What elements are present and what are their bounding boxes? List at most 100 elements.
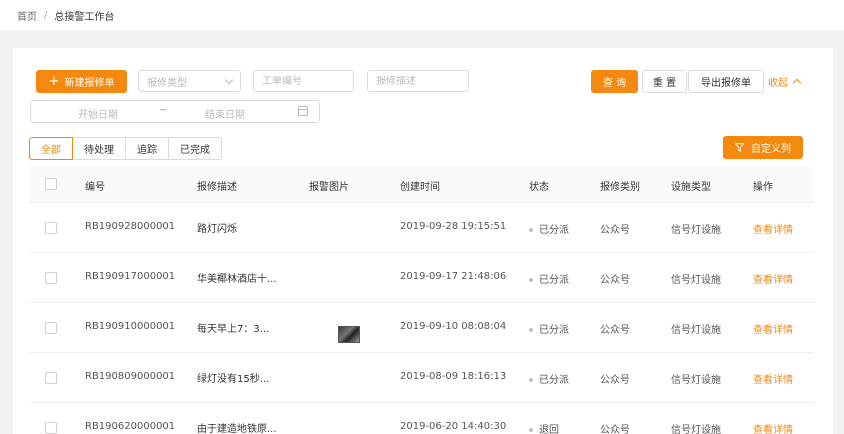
row-created: 2019-09-28 19:15:51 bbox=[400, 221, 507, 232]
row-status: 已分派 bbox=[529, 271, 569, 286]
alarm-image-thumbnail[interactable] bbox=[338, 326, 360, 343]
row-facility: 信号灯设施 bbox=[671, 375, 721, 386]
repair-description-input[interactable] bbox=[376, 75, 468, 87]
row-category: 公众号 bbox=[600, 275, 630, 286]
row-facility: 信号灯设施 bbox=[671, 225, 721, 236]
filter-icon bbox=[735, 143, 744, 152]
order-number-input[interactable] bbox=[262, 75, 353, 87]
row-facility: 信号灯设施 bbox=[671, 275, 721, 286]
row-id: RB190910000001 bbox=[85, 321, 176, 332]
status-dot bbox=[529, 428, 533, 432]
header-image: 报警图片 bbox=[309, 182, 349, 193]
row-status: 已分派 bbox=[529, 321, 569, 336]
breadcrumb-current: 总接警工作台 bbox=[54, 11, 115, 23]
export-button[interactable]: 导出报修单 bbox=[688, 70, 764, 93]
table-row: RB190928000001 路灯闪烁 2019-09-28 19:15:51 … bbox=[29, 203, 814, 253]
order-number-field[interactable] bbox=[253, 70, 354, 92]
row-id: RB190928000001 bbox=[85, 221, 176, 232]
row-status-label: 已分派 bbox=[539, 275, 569, 286]
row-category: 公众号 bbox=[600, 425, 630, 434]
repair-type-select[interactable]: 报修类型 bbox=[138, 70, 241, 92]
row-checkbox[interactable] bbox=[45, 322, 57, 334]
row-category: 公众号 bbox=[600, 375, 630, 386]
row-facility: 信号灯设施 bbox=[671, 425, 721, 434]
row-description: 路灯闪烁 bbox=[197, 224, 237, 235]
row-id: RB190620000001 bbox=[85, 421, 176, 432]
tab-tracking-label: 追踪 bbox=[137, 145, 157, 156]
tab-completed-label: 已完成 bbox=[180, 145, 210, 156]
status-dot bbox=[529, 328, 533, 332]
row-status-label: 已分派 bbox=[539, 325, 569, 336]
calendar-icon bbox=[298, 106, 308, 116]
view-details-link[interactable]: 查看详情 bbox=[753, 321, 793, 336]
header-created: 创建时间 bbox=[400, 182, 440, 193]
table-row: RB190910000001 每天早上7：3... 2019-09-10 08:… bbox=[29, 303, 814, 353]
repair-description-field[interactable] bbox=[367, 70, 469, 92]
status-tabs: 全部 待处理 追踪 已完成 bbox=[29, 137, 222, 160]
row-id: RB190917000001 bbox=[85, 271, 176, 282]
status-dot bbox=[529, 278, 533, 282]
row-status: 已分派 bbox=[529, 371, 569, 386]
row-status-label: 已分派 bbox=[539, 375, 569, 386]
custom-columns-button[interactable]: 自定义列 bbox=[723, 136, 803, 159]
row-description: 由于建造地铁原... bbox=[197, 424, 277, 434]
custom-columns-label: 自定义列 bbox=[751, 144, 791, 155]
date-start-placeholder: 开始日期 bbox=[78, 110, 118, 121]
table-row: RB190620000001 由于建造地铁原... 2019-06-20 14:… bbox=[29, 403, 814, 434]
tab-tracking[interactable]: 追踪 bbox=[125, 137, 169, 160]
status-dot bbox=[529, 228, 533, 232]
search-button[interactable]: 查 询 bbox=[591, 70, 638, 93]
row-status: 已分派 bbox=[529, 221, 569, 236]
header-action: 操作 bbox=[753, 182, 773, 193]
row-checkbox[interactable] bbox=[45, 372, 57, 384]
table-row: RB190809000001 绿灯没有15秒... 2019-08-09 18:… bbox=[29, 353, 814, 403]
tab-pending[interactable]: 待处理 bbox=[72, 137, 126, 160]
plus-icon: + bbox=[48, 74, 60, 89]
date-end-placeholder: 结束日期 bbox=[205, 110, 245, 121]
view-details-link[interactable]: 查看详情 bbox=[753, 271, 793, 286]
repair-type-placeholder: 报修类型 bbox=[147, 77, 187, 89]
row-created: 2019-08-09 18:16:13 bbox=[400, 371, 507, 382]
row-checkbox[interactable] bbox=[45, 272, 57, 284]
row-category: 公众号 bbox=[600, 225, 630, 236]
row-facility: 信号灯设施 bbox=[671, 325, 721, 336]
header-category: 报修类别 bbox=[600, 182, 640, 193]
view-details-link[interactable]: 查看详情 bbox=[753, 371, 793, 386]
breadcrumb-separator: / bbox=[44, 9, 48, 21]
header-status: 状态 bbox=[529, 182, 549, 193]
collapse-link[interactable]: 收起 bbox=[768, 74, 802, 89]
status-dot bbox=[529, 378, 533, 382]
collapse-label: 收起 bbox=[768, 78, 788, 89]
date-range-separator: ~ bbox=[159, 105, 168, 116]
row-id: RB190809000001 bbox=[85, 371, 176, 382]
new-repair-order-button[interactable]: + 新建报修单 bbox=[36, 70, 127, 93]
breadcrumb: 首页 / 总接警工作台 bbox=[0, 0, 844, 30]
reset-button[interactable]: 重 置 bbox=[642, 70, 687, 93]
row-status-label: 退回 bbox=[539, 425, 559, 434]
row-checkbox[interactable] bbox=[45, 222, 57, 234]
row-description: 每天早上7：3... bbox=[197, 324, 270, 335]
header-description: 报修描述 bbox=[197, 182, 237, 193]
view-details-link[interactable]: 查看详情 bbox=[753, 221, 793, 236]
new-repair-order-label: 新建报修单 bbox=[64, 78, 115, 89]
tab-completed[interactable]: 已完成 bbox=[168, 137, 222, 160]
breadcrumb-home[interactable]: 首页 bbox=[17, 8, 37, 23]
table-row: RB190917000001 华美椰林酒店十... 2019-09-17 21:… bbox=[29, 253, 814, 303]
tab-all-label: 全部 bbox=[41, 145, 61, 156]
date-range-picker[interactable]: 开始日期 ~ 结束日期 bbox=[30, 100, 320, 123]
row-status: 退回 bbox=[529, 421, 559, 434]
row-category: 公众号 bbox=[600, 325, 630, 336]
row-created: 2019-09-17 21:48:06 bbox=[400, 271, 507, 282]
row-created: 2019-09-10 08:08:04 bbox=[400, 321, 507, 332]
view-details-link[interactable]: 查看详情 bbox=[753, 421, 793, 434]
chevron-down-icon bbox=[224, 75, 234, 85]
tab-all[interactable]: 全部 bbox=[29, 137, 73, 160]
repair-orders-table: 编号 报修描述 报警图片 创建时间 状态 报修类别 设施类型 操作 RB1909… bbox=[29, 166, 814, 434]
row-checkbox[interactable] bbox=[45, 422, 57, 434]
workbench-card: + 新建报修单 报修类型 查 询 重 置 导出报修单 收起 开始日期 ~ 结束日… bbox=[13, 48, 833, 434]
chevron-up-icon bbox=[792, 78, 802, 88]
row-description: 绿灯没有15秒... bbox=[197, 374, 270, 385]
table-header: 编号 报修描述 报警图片 创建时间 状态 报修类别 设施类型 操作 bbox=[29, 166, 814, 203]
header-id: 编号 bbox=[85, 182, 105, 193]
select-all-checkbox[interactable] bbox=[45, 178, 57, 190]
